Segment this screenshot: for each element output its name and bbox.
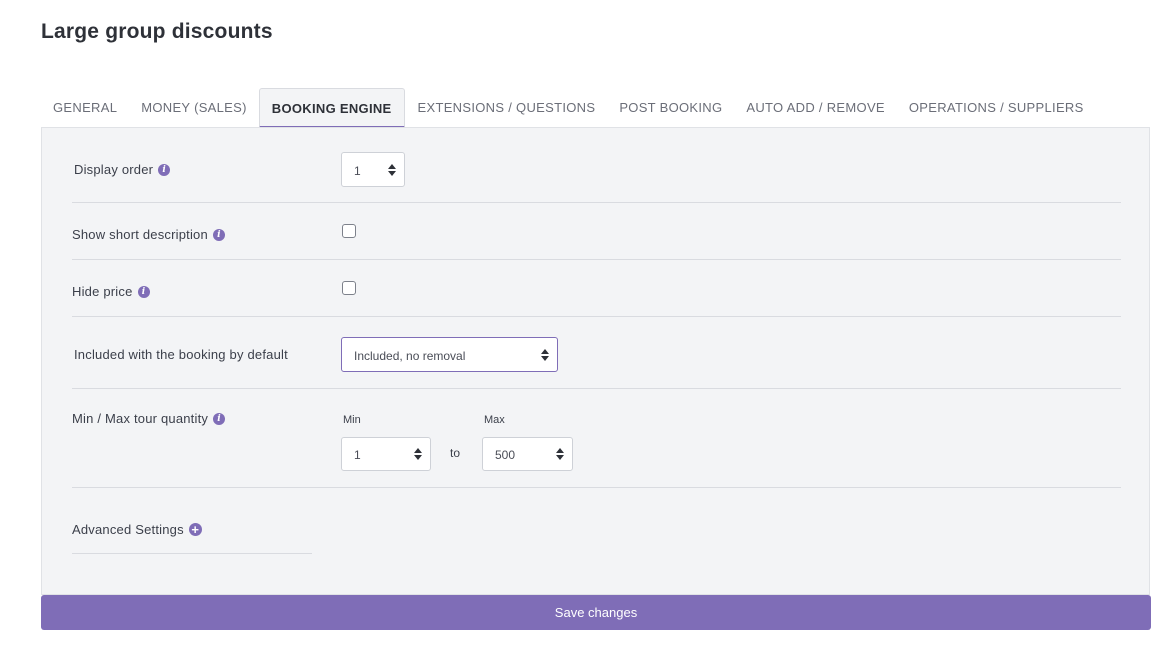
tab-auto-add-remove[interactable]: AUTO ADD / REMOVE [734, 88, 897, 128]
divider [72, 202, 1121, 203]
display-order-spinner[interactable]: 1 [341, 152, 405, 187]
divider [72, 316, 1121, 317]
display-order-value: 1 [354, 163, 361, 178]
tab-booking-engine[interactable]: BOOKING ENGINE [258, 88, 405, 128]
min-quantity-spinner[interactable]: 1 [341, 437, 431, 471]
display-order-label: Display order [74, 162, 154, 177]
max-quantity-value: 500 [495, 447, 516, 462]
info-icon[interactable]: i [158, 163, 171, 176]
save-changes-button[interactable]: Save changes [41, 595, 1151, 630]
included-default-row-label: Included with the booking by default [74, 347, 288, 362]
tab-general[interactable]: GENERAL [41, 88, 129, 128]
info-icon[interactable]: i [212, 228, 225, 241]
info-icon[interactable]: i [137, 285, 150, 298]
tab-bar: GENERAL MONEY (SALES) BOOKING ENGINE EXT… [41, 88, 1096, 128]
included-default-select[interactable]: Included, no removal [341, 337, 558, 372]
hide-price-checkbox[interactable] [342, 281, 356, 295]
show-short-description-checkbox[interactable] [342, 224, 356, 238]
tab-operations-suppliers[interactable]: OPERATIONS / SUPPLIERS [897, 88, 1096, 128]
included-default-value: Included, no removal [354, 348, 466, 363]
advanced-settings-toggle[interactable]: Advanced Settings + [72, 522, 202, 537]
show-short-description-label: Show short description [72, 227, 208, 242]
max-label: Max [484, 414, 505, 426]
display-order-row-label: Display order i [74, 162, 171, 177]
min-label: Min [343, 414, 361, 426]
booking-engine-panel: Display order i 1 Show short description… [41, 127, 1150, 595]
included-default-label: Included with the booking by default [74, 347, 288, 362]
show-short-description-row-label: Show short description i [72, 227, 225, 242]
advanced-settings-label: Advanced Settings [72, 522, 184, 537]
info-icon[interactable]: i [213, 412, 226, 425]
min-quantity-value: 1 [354, 447, 361, 462]
tab-post-booking[interactable]: POST BOOKING [607, 88, 734, 128]
tab-money-sales[interactable]: MONEY (SALES) [129, 88, 259, 128]
min-max-row-label: Min / Max tour quantity i [72, 411, 226, 426]
tab-extensions-questions[interactable]: EXTENSIONS / QUESTIONS [406, 88, 608, 128]
divider [72, 487, 1121, 488]
page: Large group discounts GENERAL MONEY (SAL… [0, 0, 1169, 648]
divider [72, 259, 1121, 260]
min-max-label: Min / Max tour quantity [72, 411, 209, 426]
divider [72, 553, 312, 554]
divider [72, 388, 1121, 389]
plus-circle-icon[interactable]: + [188, 523, 202, 536]
max-quantity-spinner[interactable]: 500 [482, 437, 573, 471]
hide-price-row-label: Hide price i [72, 284, 150, 299]
to-separator: to [450, 446, 461, 460]
hide-price-label: Hide price [72, 284, 133, 299]
page-title: Large group discounts [41, 20, 273, 43]
